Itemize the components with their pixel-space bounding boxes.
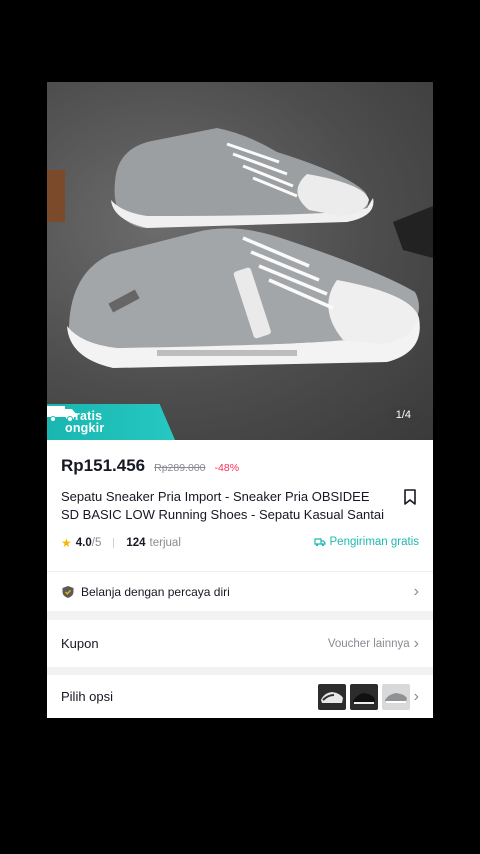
shield-icon — [62, 585, 74, 598]
divider — [113, 538, 115, 548]
trust-row[interactable]: Belanja dengan percaya diri › — [47, 571, 433, 611]
product-info: Rp151.456 Rp289.000 -48% Sepatu Sneaker … — [47, 440, 433, 571]
options-label: Pilih opsi — [61, 689, 114, 704]
sold-label: terjual — [149, 537, 181, 549]
free-shipping-badge: Gratis ongkir — [47, 404, 175, 440]
coupon-row[interactable]: Kupon Voucher lainnya › — [47, 620, 433, 667]
free-shipping-link[interactable]: Pengiriman gratis — [313, 536, 419, 548]
option-thumbnail-black-white[interactable] — [317, 683, 346, 710]
image-counter: 1/4 — [387, 407, 419, 423]
current-price: Rp151.456 — [61, 456, 146, 475]
option-thumbnail-grey[interactable] — [381, 683, 410, 710]
bookmark-icon[interactable] — [403, 489, 417, 505]
coupon-label: Kupon — [61, 636, 99, 651]
chevron-right-icon: › — [413, 687, 419, 705]
options-row[interactable]: Pilih opsi › — [47, 675, 433, 718]
more-vouchers-link[interactable]: Voucher lainnya — [328, 638, 410, 650]
star-icon: ★ — [61, 536, 72, 550]
price-row: Rp151.456 Rp289.000 -48% — [61, 456, 239, 476]
discount-badge: -48% — [214, 462, 240, 474]
sold-count: 124 — [126, 537, 146, 549]
chevron-right-icon: › — [413, 634, 419, 652]
shipping-truck-icon — [313, 538, 326, 547]
trust-label: Belanja dengan percaya diri — [81, 584, 230, 599]
rating-sold-row: ★ 4.0/5 124 terjual — [61, 536, 181, 550]
option-thumbnail-black[interactable] — [349, 683, 378, 710]
rating[interactable]: 4.0/5 — [76, 537, 102, 549]
truck-icon — [47, 406, 76, 422]
product-title: Sepatu Sneaker Pria Import - Sneaker Pri… — [61, 489, 385, 522]
product-card: Gratis ongkir 1/4 Rp151.456 Rp289.000 -4… — [47, 82, 433, 718]
original-price: Rp289.000 — [154, 462, 206, 474]
product-image[interactable]: Gratis ongkir 1/4 — [47, 82, 433, 440]
shoe-illustration — [47, 128, 433, 368]
chevron-right-icon: › — [413, 582, 419, 600]
